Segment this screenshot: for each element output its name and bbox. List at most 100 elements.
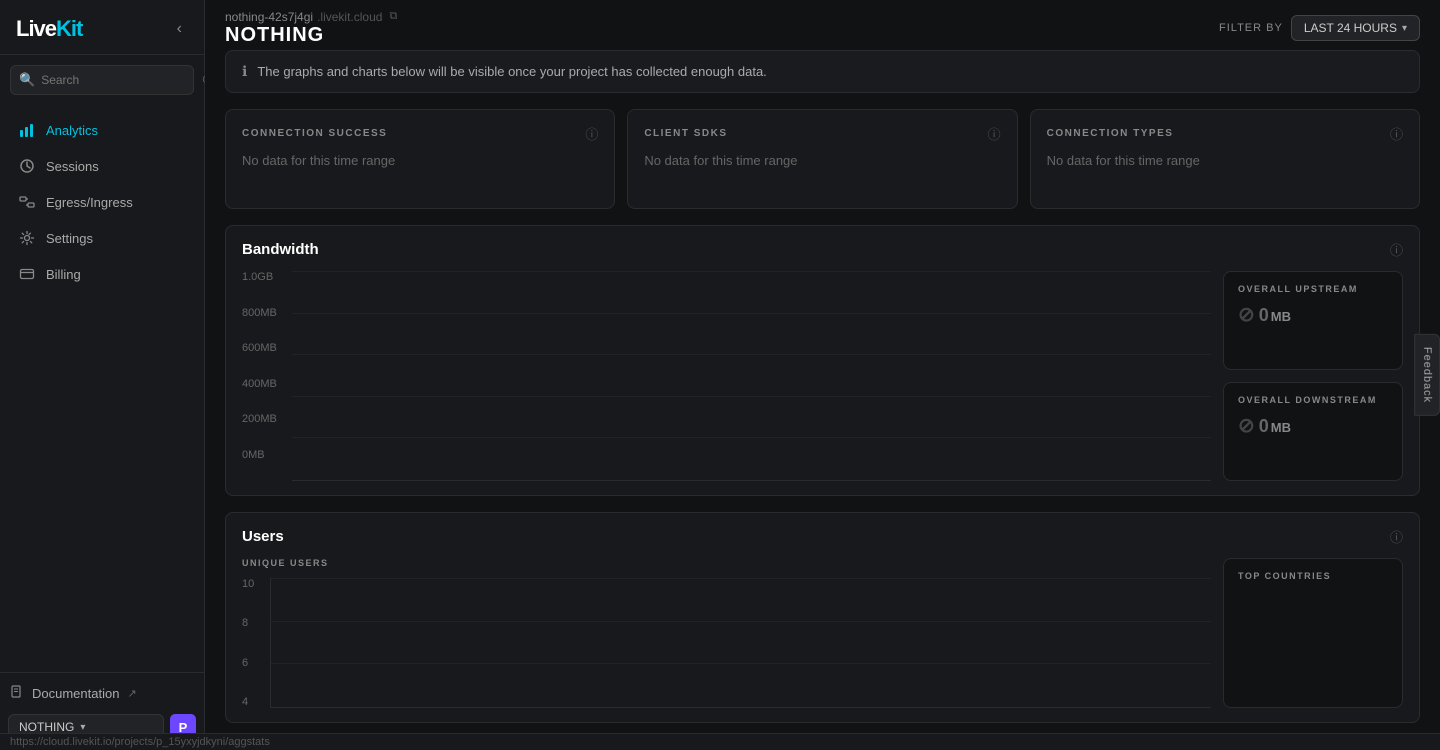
bandwidth-chart-area: 1.0GB 800MB 600MB 400MB 200MB 0MB [242, 271, 1211, 481]
filter-label: FILTER BY [1219, 22, 1283, 34]
users-y-label-2: 6 [242, 657, 270, 669]
connection-success-title: CONNECTION SUCCESS [242, 128, 387, 139]
connection-types-no-data: No data for this time range [1047, 153, 1403, 168]
users-info-icon[interactable]: ⓘ [1390, 527, 1403, 546]
users-grid-line-1 [271, 621, 1211, 622]
sidebar-nav: Analytics Sessions Egress/Ingress [0, 105, 204, 672]
filter-value: LAST 24 HOURS [1304, 21, 1397, 35]
search-input[interactable] [41, 73, 196, 87]
grid-line-0 [292, 271, 1211, 272]
copy-icon[interactable]: ⧉ [389, 10, 397, 23]
filter-bar: FILTER BY LAST 24 HOURS ▾ [1219, 15, 1420, 41]
info-banner-text: The graphs and charts below will be visi… [257, 64, 766, 79]
users-grid-line-0 [271, 578, 1211, 579]
breadcrumb: nothing-42s7j4gi .livekit.cloud ⧉ NOTHIN… [225, 10, 397, 47]
sidebar-item-egress[interactable]: Egress/Ingress [8, 185, 196, 219]
top-countries-title: TOP COUNTRIES [1238, 571, 1388, 581]
users-y-label-1: 8 [242, 617, 270, 629]
sidebar-item-settings[interactable]: Settings [8, 221, 196, 255]
users-y-label-0: 10 [242, 578, 270, 590]
card-header-connection-types: CONNECTION TYPES ⓘ [1047, 124, 1403, 143]
sidebar-item-label-egress: Egress/Ingress [46, 195, 133, 210]
grid-line-2 [292, 354, 1211, 355]
chart-y-labels: 1.0GB 800MB 600MB 400MB 200MB 0MB [242, 271, 286, 461]
bandwidth-chart-plot [292, 271, 1211, 481]
feedback-tab[interactable]: Feedback [1414, 334, 1440, 416]
sidebar-logo: LiveKit ‹ [0, 0, 204, 55]
unique-users-label: UNIQUE USERS [242, 558, 1211, 568]
project-name: NOTHING [19, 720, 74, 734]
sidebar-item-label-billing: Billing [46, 267, 81, 282]
egress-icon [18, 193, 36, 211]
settings-icon [18, 229, 36, 247]
sidebar: LiveKit ‹ 🔍 Ctrl+K Analytics [0, 0, 205, 750]
y-label-4: 200MB [242, 413, 286, 425]
users-y-labels: 10 8 6 4 [242, 578, 270, 708]
connection-types-card: CONNECTION TYPES ⓘ No data for this time… [1030, 109, 1420, 209]
documentation-link[interactable]: Documentation ↗ [10, 685, 194, 702]
documentation-label: Documentation [32, 686, 119, 701]
downstream-unit: MB [1271, 420, 1291, 435]
users-section: Users ⓘ UNIQUE USERS 10 8 6 4 [225, 512, 1420, 723]
project-id: nothing-42s7j4gi [225, 10, 313, 24]
filter-chevron-icon: ▾ [1402, 23, 1407, 34]
downstream-slash-icon: ⊘ [1238, 413, 1255, 438]
sidebar-item-label-settings: Settings [46, 231, 93, 246]
chevron-down-icon: ▾ [80, 722, 85, 733]
bandwidth-info-icon[interactable]: ⓘ [1390, 240, 1403, 259]
y-label-0: 1.0GB [242, 271, 286, 283]
card-header-client-sdks: CLIENT SDKS ⓘ [644, 124, 1000, 143]
sessions-icon [18, 157, 36, 175]
connection-types-title: CONNECTION TYPES [1047, 128, 1174, 139]
client-sdks-card: CLIENT SDKS ⓘ No data for this time rang… [627, 109, 1017, 209]
bandwidth-right-panels: OVERALL UPSTREAM ⊘ 0 MB OVERALL DOWNSTRE… [1223, 271, 1403, 481]
client-sdks-info-icon[interactable]: ⓘ [988, 124, 1001, 143]
overall-downstream-title: OVERALL DOWNSTREAM [1238, 395, 1388, 405]
grid-line-1 [292, 313, 1211, 314]
external-link-icon: ↗ [127, 687, 136, 700]
cards-row: CONNECTION SUCCESS ⓘ No data for this ti… [225, 109, 1420, 209]
project-domain: .livekit.cloud [317, 10, 382, 24]
top-countries-card: TOP COUNTRIES [1223, 558, 1403, 708]
users-chart-plot [270, 578, 1211, 708]
overall-downstream-value: ⊘ 0 MB [1238, 413, 1388, 438]
analytics-icon [18, 121, 36, 139]
upstream-value: 0 [1259, 305, 1269, 326]
downstream-value: 0 [1259, 416, 1269, 437]
book-icon [10, 685, 24, 702]
topbar: nothing-42s7j4gi .livekit.cloud ⧉ NOTHIN… [205, 0, 1440, 50]
info-banner: ℹ The graphs and charts below will be vi… [225, 50, 1420, 93]
users-y-label-3: 4 [242, 696, 270, 708]
sidebar-item-label-analytics: Analytics [46, 123, 98, 138]
overall-upstream-title: OVERALL UPSTREAM [1238, 284, 1388, 294]
users-chart-base [271, 706, 1211, 707]
overall-upstream-card: OVERALL UPSTREAM ⊘ 0 MB [1223, 271, 1403, 370]
statusbar: https://cloud.livekit.io/projects/p_15yx… [0, 733, 1440, 750]
content-area: ℹ The graphs and charts below will be vi… [205, 50, 1440, 750]
bandwidth-title: Bandwidth [242, 241, 319, 258]
breadcrumb-project: nothing-42s7j4gi .livekit.cloud ⧉ [225, 10, 397, 24]
y-label-5: 0MB [242, 449, 286, 461]
overall-downstream-card: OVERALL DOWNSTREAM ⊘ 0 MB [1223, 382, 1403, 481]
statusbar-url: https://cloud.livekit.io/projects/p_15yx… [10, 736, 270, 748]
y-label-1: 800MB [242, 307, 286, 319]
sidebar-item-sessions[interactable]: Sessions [8, 149, 196, 183]
upstream-slash-icon: ⊘ [1238, 302, 1255, 327]
chart-base [292, 479, 1211, 480]
users-title: Users [242, 528, 284, 545]
connection-success-card: CONNECTION SUCCESS ⓘ No data for this ti… [225, 109, 615, 209]
users-y-axis: 10 8 6 4 [242, 578, 1211, 708]
info-icon: ℹ [242, 63, 247, 80]
connection-types-info-icon[interactable]: ⓘ [1390, 124, 1403, 143]
billing-icon [18, 265, 36, 283]
search-bar[interactable]: 🔍 Ctrl+K [10, 65, 194, 95]
y-label-3: 400MB [242, 378, 286, 390]
filter-button[interactable]: LAST 24 HOURS ▾ [1291, 15, 1420, 41]
bandwidth-section: Bandwidth ⓘ 1.0GB 800MB 600MB 400MB 200M… [225, 225, 1420, 496]
sidebar-collapse-button[interactable]: ‹ [171, 18, 188, 40]
sidebar-item-billing[interactable]: Billing [8, 257, 196, 291]
users-chart-area: UNIQUE USERS 10 8 6 4 [242, 558, 1211, 708]
users-grid-line-2 [271, 663, 1211, 664]
sidebar-item-analytics[interactable]: Analytics [8, 113, 196, 147]
connection-success-info-icon[interactable]: ⓘ [585, 124, 598, 143]
